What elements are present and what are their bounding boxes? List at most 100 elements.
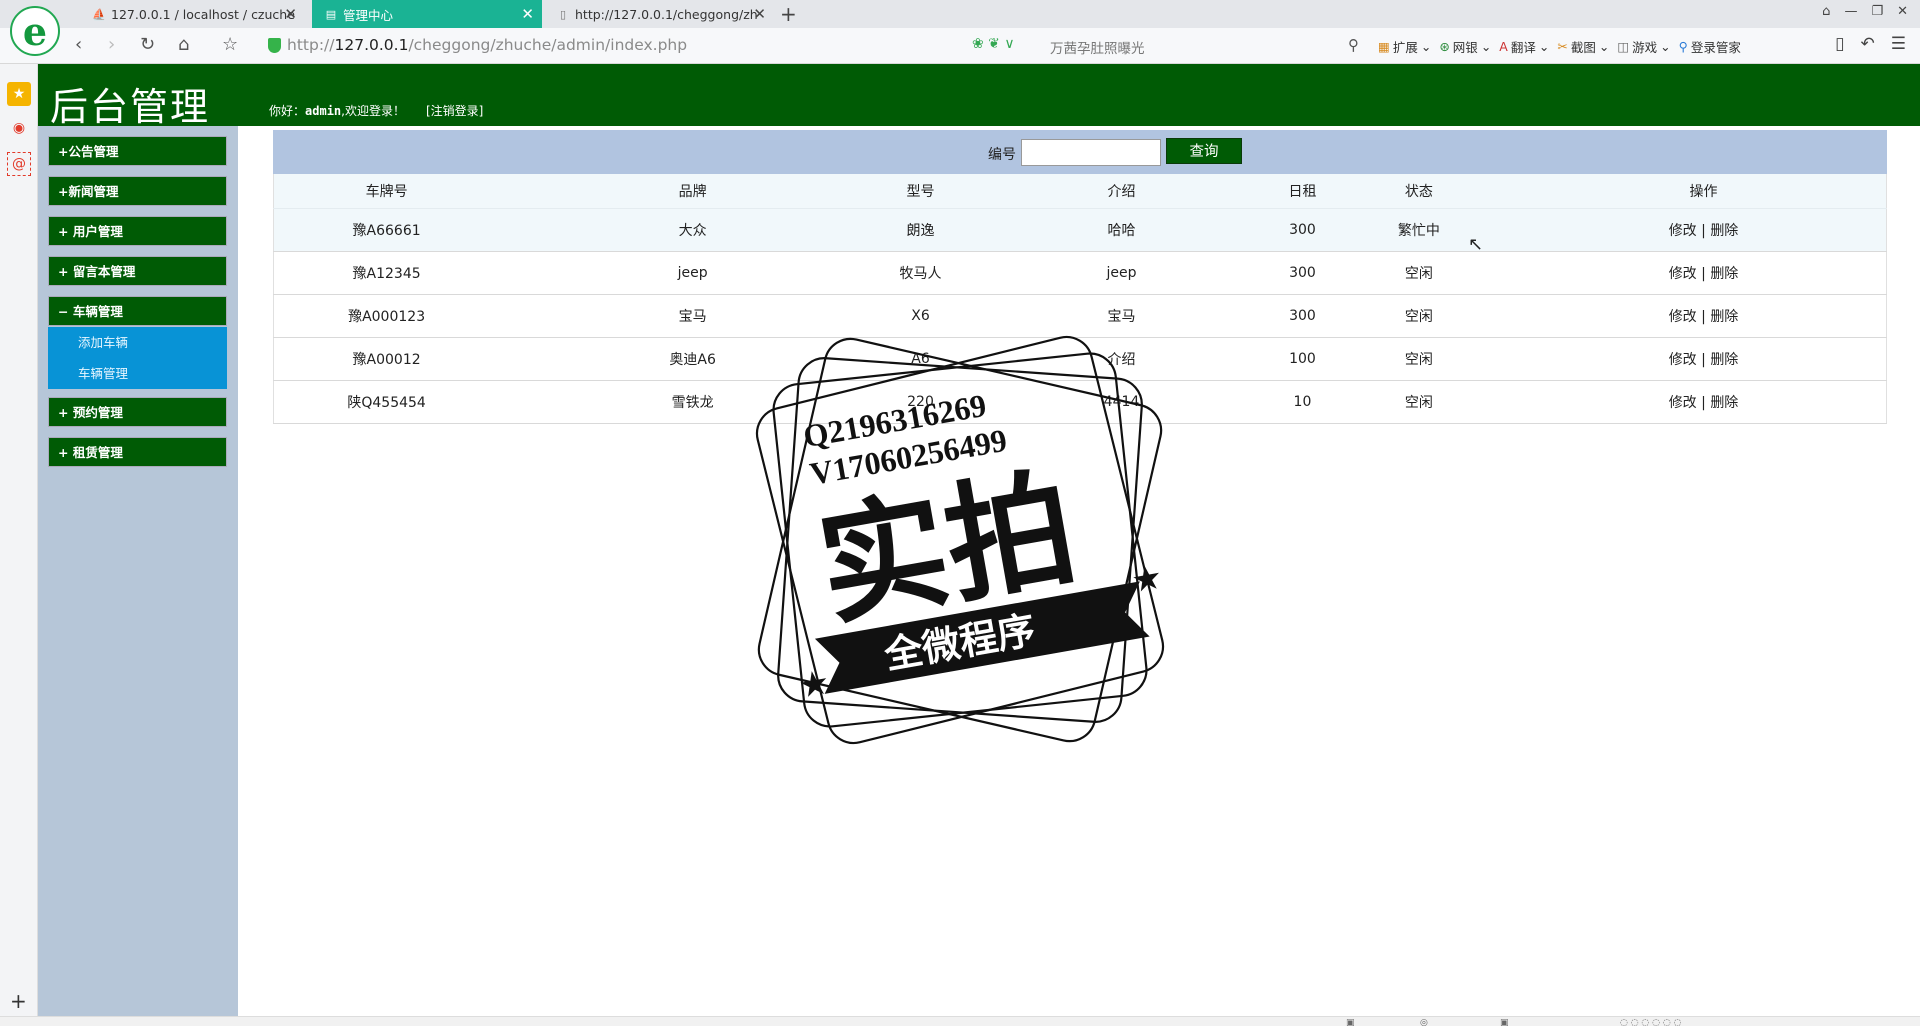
close-icon[interactable]: ✕ [753,5,766,23]
menu-icon[interactable]: ☰ [1891,34,1906,54]
browser-tab-phpmyadmin[interactable]: ⛵ 127.0.0.1 / localhost / czuche ✕ [80,0,305,28]
submenu-vehicle-management[interactable]: 车辆管理 [48,358,227,389]
menu-vehicles[interactable]: − 车辆管理 [48,296,227,326]
scissors-icon: ✂ [1557,39,1568,54]
cell-daily: 300 [1288,251,1317,295]
watermark-stamp: Q2196316269 V17060256499 实拍 全微程序 ★ ★ [755,335,1165,745]
right-controls: ▯ ↶ ☰ [1835,34,1906,54]
cell-actions: 修改 | 删除 [1521,208,1887,252]
browser-tab-page[interactable]: ▯ http://127.0.0.1/cheggong/zh ✕ [544,0,774,28]
query-button[interactable]: 查询 [1166,138,1242,164]
login-manager-button[interactable]: ⚲ 登录管家 [1679,37,1741,56]
forward-icon[interactable]: › [108,34,115,55]
logout-link[interactable]: [注销登录] [426,102,483,119]
status-icon: ◌ ◌ ◌ ◌ ◌ ◌ [1620,1018,1682,1026]
restore-icon[interactable]: ❐ [1871,4,1883,19]
cell-status: 空闲 [1316,251,1522,295]
col-plate: 车牌号 [273,174,500,209]
menu-reservations[interactable]: + 预约管理 [48,397,227,427]
favorites-icon[interactable]: ★ [7,82,31,106]
undo-icon[interactable]: ↶ [1861,34,1875,54]
shirt-icon[interactable]: ⌂ [1822,4,1830,19]
menu-users[interactable]: + 用户管理 [48,216,227,246]
cell-model: 牧马人 [886,251,955,295]
search-input[interactable]: 万茜孕肚照曝光 [1050,37,1145,57]
menu-notice[interactable]: +公告管理 [48,136,227,166]
screenshot-button[interactable]: ✂ 截图 ⌄ [1557,37,1609,56]
edit-link[interactable]: 修改 [1669,352,1697,368]
close-icon[interactable]: ✕ [284,5,297,23]
minimize-icon[interactable]: — [1844,4,1857,19]
extensions-button[interactable]: ▦ 扩展 ⌄ [1378,37,1431,56]
col-intro: 介绍 [954,174,1289,209]
edit-link[interactable]: 修改 [1669,395,1697,411]
browser-status-bar: ▣ ◎ ▣ ◌ ◌ ◌ ◌ ◌ ◌ [0,1016,1920,1026]
table-header-row: 车牌号 品牌 型号 介绍 日租 状态 操作 [273,174,1887,209]
mail-icon[interactable]: @ [7,152,31,176]
games-button[interactable]: ◫ 游戏 ⌄ [1617,37,1670,56]
cell-daily: 10 [1288,380,1317,424]
add-icon[interactable]: + [10,989,27,1013]
grid-icon: ▦ [1378,39,1390,54]
tab-label: 127.0.0.1 / localhost / czuche [111,6,295,22]
browser-tab-admin[interactable]: ▤ 管理中心 ✕ [312,0,542,28]
cell-plate: 豫A000123 [273,294,500,338]
cell-intro: 哈哈 [954,208,1289,252]
menu-guestbook[interactable]: + 留言本管理 [48,256,227,286]
edit-link[interactable]: 修改 [1669,309,1697,325]
welcome-text: 你好：admin,欢迎登录！ [269,104,405,118]
col-status: 状态 [1316,174,1522,209]
edit-link[interactable]: 修改 [1669,223,1697,239]
browser-side-rail: ★ ◉ @ + [0,64,38,1016]
number-input[interactable] [1021,139,1161,166]
admin-sidebar: +公告管理 +新闻管理 + 用户管理 + 留言本管理 − 车辆管理 添加车辆 车… [38,126,238,1016]
browser-toolbar: ▦ 扩展 ⌄ ⊛ 网银 ⌄ A 翻译 ⌄ ✂ 截图 ⌄ ◫ 游戏 ⌄ ⚲ 登录管家 [1378,37,1741,56]
cell-actions: 修改 | 删除 [1521,251,1887,295]
cell-status: 繁忙中 [1316,208,1522,252]
cell-actions: 修改 | 删除 [1521,380,1887,424]
bank-icon: ⊛ [1439,39,1450,54]
pma-icon: ⛵ [92,7,106,21]
search-icon[interactable]: ⚲ [1348,36,1359,54]
cell-status: 空闲 [1316,294,1522,338]
col-daily: 日租 [1288,174,1317,209]
delete-link[interactable]: 删除 [1710,223,1738,239]
col-model: 型号 [886,174,955,209]
submenu-add-vehicle[interactable]: 添加车辆 [48,327,227,358]
delete-link[interactable]: 删除 [1710,395,1738,411]
search-row: 编号 查询 [273,130,1887,174]
url-field[interactable]: http://127.0.0.1/cheggong/zhuche/admin/i… [268,36,687,54]
number-label: 编号 [988,147,1016,163]
back-icon[interactable]: ‹ [75,34,82,55]
delete-link[interactable]: 删除 [1710,266,1738,282]
browser-logo[interactable]: e [10,6,60,56]
tab-label: http://127.0.0.1/cheggong/zh [575,6,758,22]
address-bar: ‹ › ↻ ⌂ ☆ http://127.0.0.1/cheggong/zhuc… [0,28,1920,64]
cell-daily: 300 [1288,294,1317,338]
reload-icon[interactable]: ↻ [140,34,155,55]
gamepad-icon: ◫ [1617,39,1630,54]
bookmark-icon[interactable]: ▯ [1835,34,1844,54]
menu-news[interactable]: +新闻管理 [48,176,227,206]
delete-link[interactable]: 删除 [1710,309,1738,325]
mouse-cursor-icon: ↖ [1468,234,1484,255]
close-window-icon[interactable]: ✕ [1897,4,1908,19]
translate-button[interactable]: A 翻译 ⌄ [1499,37,1549,56]
weibo-icon[interactable]: ◉ [7,116,31,140]
bank-button[interactable]: ⊛ 网银 ⌄ [1439,37,1491,56]
tab-label: 管理中心 [343,7,394,23]
cell-model: 朗逸 [886,208,955,252]
browser-tab-bar: ⛵ 127.0.0.1 / localhost / czuche ✕ ▤ 管理中… [0,0,1920,28]
cell-actions: 修改 | 删除 [1521,337,1887,381]
close-icon[interactable]: ✕ [521,5,534,23]
home-icon[interactable]: ⌂ [178,34,189,55]
edit-link[interactable]: 修改 [1669,266,1697,282]
status-icon: ◎ [1420,1018,1428,1026]
cell-daily: 300 [1288,208,1317,252]
delete-link[interactable]: 删除 [1710,352,1738,368]
new-tab-icon[interactable]: + [780,2,797,26]
shield-icon [268,37,281,53]
star-icon[interactable]: ☆ [222,34,238,55]
menu-rentals[interactable]: + 租赁管理 [48,437,227,467]
green-leaf-icon[interactable]: ❀ ❦ ∨ [972,36,1015,52]
